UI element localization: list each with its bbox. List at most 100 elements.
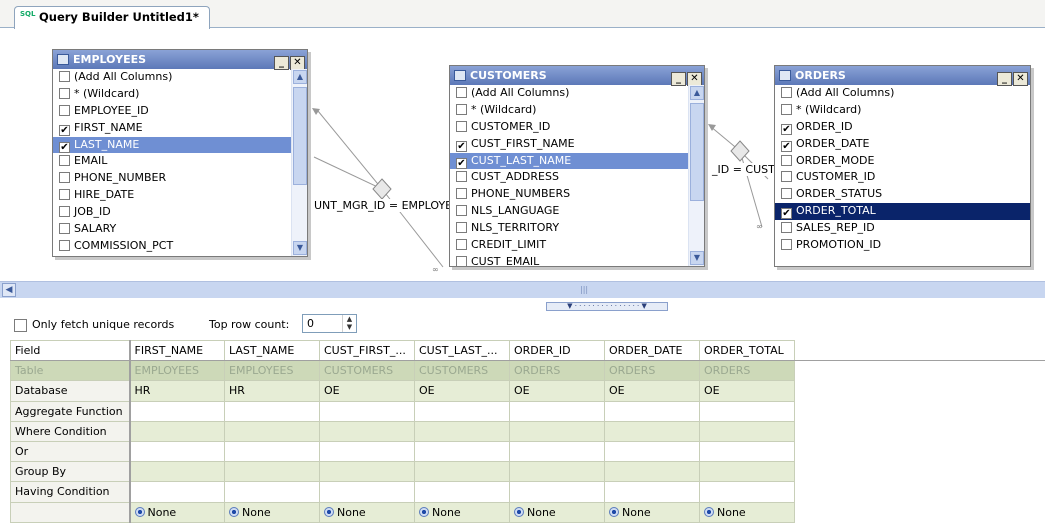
checkbox-icon[interactable]: [59, 223, 70, 234]
grid-cell[interactable]: [510, 401, 605, 421]
checkbox-icon[interactable]: [59, 206, 70, 217]
column-row[interactable]: ✔LAST_NAME: [53, 137, 291, 154]
column-row[interactable]: ✔ORDER_DATE: [775, 136, 1030, 153]
grid-cell[interactable]: [415, 462, 510, 482]
grid-cell[interactable]: [130, 401, 225, 421]
grid-column-header[interactable]: FIRST_NAME: [130, 341, 225, 361]
column-row[interactable]: ORDER_STATUS: [775, 186, 1030, 203]
checkbox-icon[interactable]: [59, 88, 70, 99]
scroll-grip-icon[interactable]: |||: [580, 285, 610, 294]
grid-column-header[interactable]: ORDER_TOTAL: [700, 341, 795, 361]
checkbox-icon[interactable]: [59, 105, 70, 116]
scroll-down-arrow-icon[interactable]: ▼: [690, 251, 704, 265]
column-row[interactable]: HIRE_DATE: [53, 187, 291, 204]
grid-cell[interactable]: ORDERS: [700, 361, 795, 381]
checkbox-icon[interactable]: [59, 240, 70, 251]
checkbox-icon[interactable]: [456, 205, 467, 216]
close-button[interactable]: ✕: [1013, 72, 1028, 86]
join-label-right[interactable]: _ID = CUST: [712, 163, 775, 176]
checkbox-icon[interactable]: [456, 222, 467, 233]
checked-checkbox-icon[interactable]: ✔: [456, 141, 467, 152]
checked-checkbox-icon[interactable]: ✔: [456, 158, 467, 169]
grid-cell[interactable]: CUSTOMERS: [415, 361, 510, 381]
checked-checkbox-icon[interactable]: ✔: [59, 125, 70, 136]
grid-column-header[interactable]: CUST_LAST_...: [415, 341, 510, 361]
grid-cell[interactable]: [415, 482, 510, 502]
checked-checkbox-icon[interactable]: ✔: [781, 124, 792, 135]
checkbox-icon[interactable]: [456, 188, 467, 199]
column-row[interactable]: NLS_TERRITORY: [450, 220, 688, 237]
grid-cell[interactable]: HR: [130, 381, 225, 401]
radio-selected-icon[interactable]: [135, 507, 145, 517]
grid-cell[interactable]: OE: [700, 381, 795, 401]
radio-selected-icon[interactable]: [419, 507, 429, 517]
column-row[interactable]: COMMISSION_PCT: [53, 238, 291, 255]
column-row[interactable]: PHONE_NUMBERS: [450, 186, 688, 203]
column-row[interactable]: NLS_LANGUAGE: [450, 203, 688, 220]
minimize-button[interactable]: _: [997, 72, 1012, 86]
column-row[interactable]: ✔ORDER_TOTAL: [775, 203, 1030, 220]
checkbox-icon[interactable]: [781, 239, 792, 250]
column-row[interactable]: SALES_REP_ID: [775, 220, 1030, 237]
checkbox-icon[interactable]: [781, 222, 792, 233]
close-button[interactable]: ✕: [290, 56, 305, 70]
radio-selected-icon[interactable]: [514, 507, 524, 517]
grid-cell[interactable]: [605, 441, 700, 461]
grid-cell[interactable]: [605, 421, 700, 441]
top-row-count-spinner[interactable]: 0 ▲▼: [302, 314, 357, 333]
grid-cell[interactable]: [320, 401, 415, 421]
table-title-employees[interactable]: EMPLOYEES _✕: [53, 50, 307, 69]
checkbox-icon[interactable]: [781, 188, 792, 199]
column-row[interactable]: ✔ORDER_ID: [775, 119, 1030, 136]
minimize-button[interactable]: _: [274, 56, 289, 70]
grid-cell[interactable]: [510, 462, 605, 482]
scroll-down-arrow-icon[interactable]: ▼: [293, 241, 307, 255]
column-row[interactable]: CUST_ADDRESS: [450, 169, 688, 186]
radio-selected-icon[interactable]: [704, 507, 714, 517]
column-row[interactable]: * (Wildcard): [53, 86, 291, 103]
checkbox-icon[interactable]: [456, 239, 467, 250]
grid-cell[interactable]: [320, 462, 415, 482]
column-row[interactable]: EMPLOYEE_ID: [53, 103, 291, 120]
grid-cell[interactable]: None: [605, 502, 700, 522]
table-box-employees[interactable]: EMPLOYEES _✕ (Add All Columns)* (Wildcar…: [52, 49, 308, 257]
checked-checkbox-icon[interactable]: ✔: [781, 141, 792, 152]
grid-cell[interactable]: OE: [415, 381, 510, 401]
grid-cell[interactable]: [225, 482, 320, 502]
tab-query-builder[interactable]: SQL Query Builder Untitled1*: [14, 6, 210, 29]
grid-cell[interactable]: [415, 441, 510, 461]
radio-selected-icon[interactable]: [609, 507, 619, 517]
grid-cell[interactable]: None: [510, 502, 605, 522]
grid-cell[interactable]: [700, 421, 795, 441]
checked-checkbox-icon[interactable]: ✔: [781, 208, 792, 219]
column-row[interactable]: (Add All Columns): [53, 69, 291, 86]
checkbox-icon[interactable]: [456, 256, 467, 266]
checkbox-icon[interactable]: [781, 155, 792, 166]
spinner-arrows-icon[interactable]: ▲▼: [342, 315, 356, 332]
grid-cell[interactable]: [510, 441, 605, 461]
checkbox-icon[interactable]: [456, 121, 467, 132]
column-row[interactable]: JOB_ID: [53, 204, 291, 221]
grid-cell[interactable]: ORDERS: [605, 361, 700, 381]
grid-cell[interactable]: EMPLOYEES: [130, 361, 225, 381]
diagram-canvas[interactable]: ∞ ∞ UNT_MGR_ID = EMPLOYEE _ID = CUST EMP…: [0, 29, 1045, 281]
checkbox-icon[interactable]: [59, 189, 70, 200]
grid-cell[interactable]: [700, 482, 795, 502]
grid-cell[interactable]: [130, 421, 225, 441]
grid-cell[interactable]: None: [700, 502, 795, 522]
checkbox-icon[interactable]: [59, 172, 70, 183]
column-row[interactable]: ✔CUST_FIRST_NAME: [450, 136, 688, 153]
checkbox-icon[interactable]: [59, 71, 70, 82]
column-row[interactable]: PHONE_NUMBER: [53, 170, 291, 187]
checkbox-icon[interactable]: [781, 104, 792, 115]
grid-cell[interactable]: OE: [510, 381, 605, 401]
column-row[interactable]: * (Wildcard): [450, 102, 688, 119]
radio-selected-icon[interactable]: [324, 507, 334, 517]
minimize-button[interactable]: _: [671, 72, 686, 86]
scroll-up-arrow-icon[interactable]: ▲: [293, 70, 307, 84]
grid-column-header[interactable]: CUST_FIRST_...: [320, 341, 415, 361]
grid-cell[interactable]: None: [320, 502, 415, 522]
grid-column-header[interactable]: LAST_NAME: [225, 341, 320, 361]
grid-cell[interactable]: [225, 462, 320, 482]
grid-cell[interactable]: [225, 401, 320, 421]
